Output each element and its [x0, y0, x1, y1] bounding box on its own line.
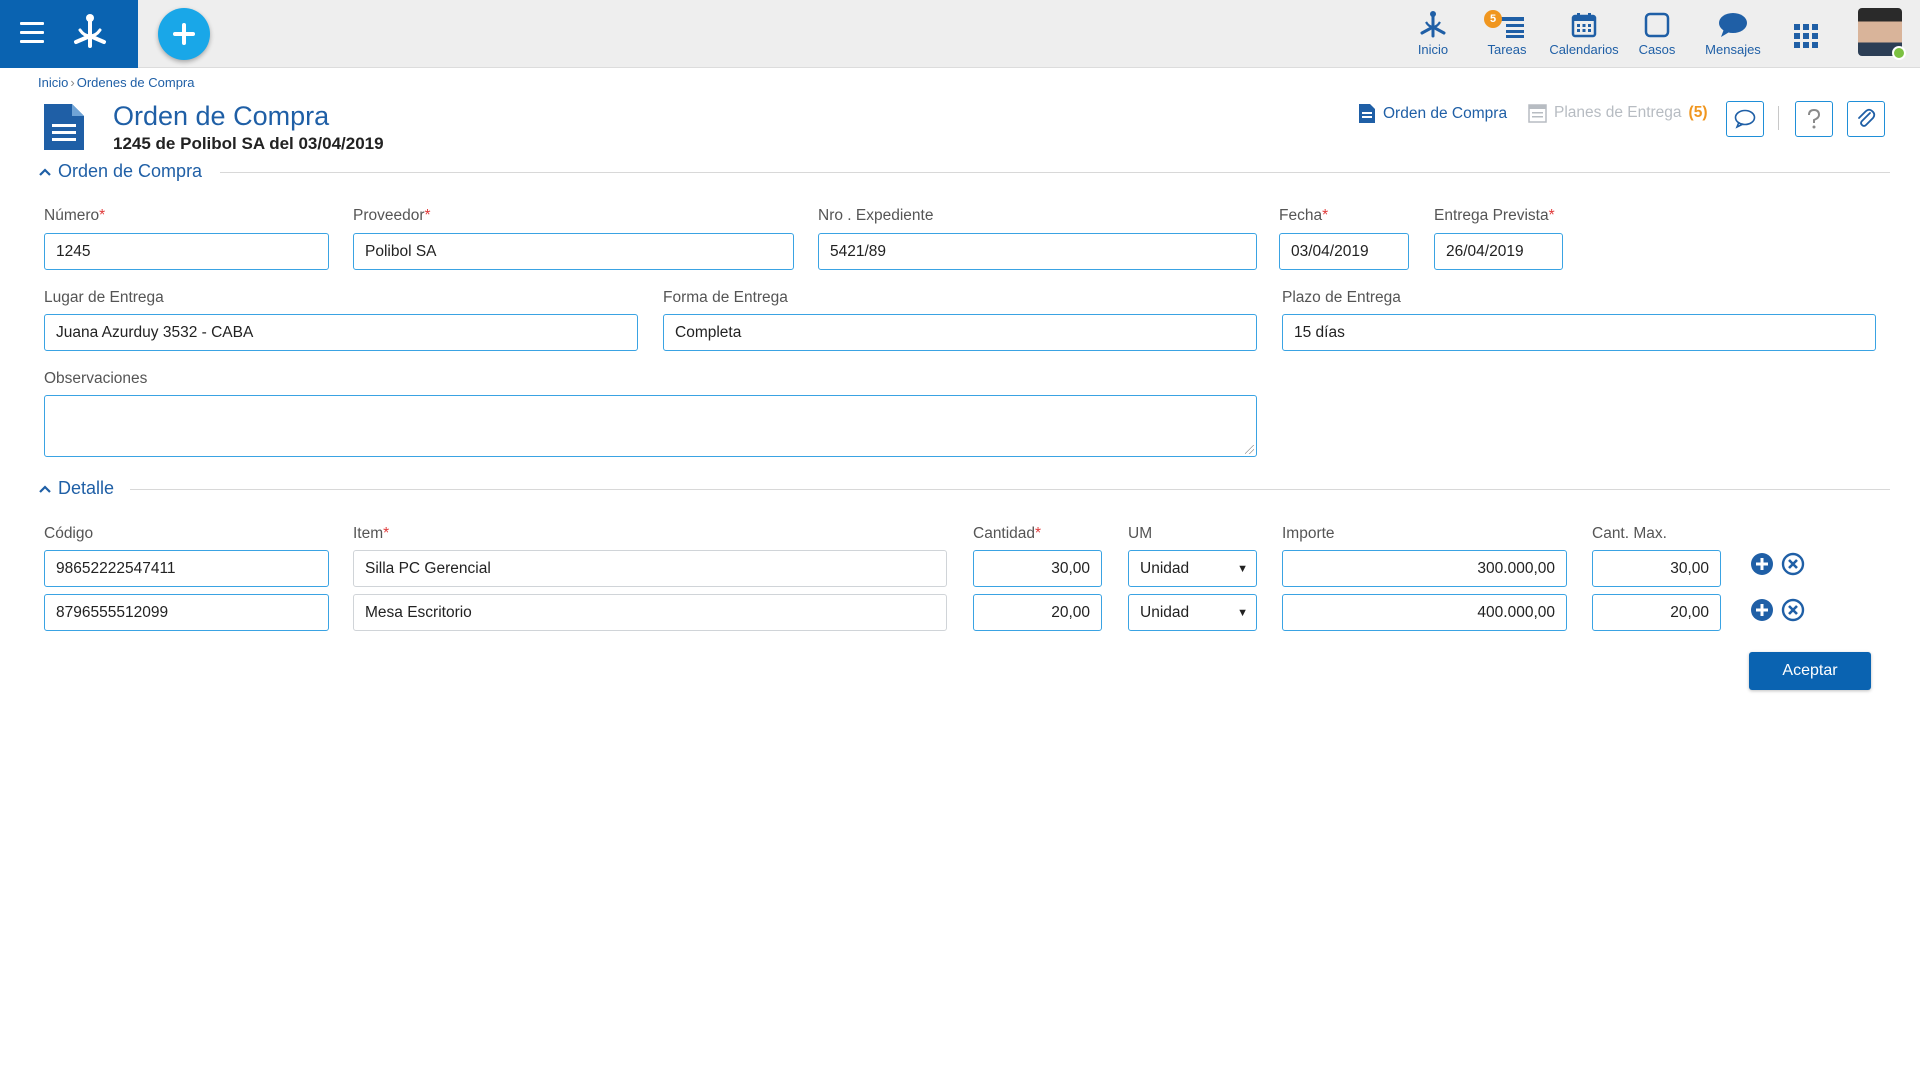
calendar-icon: [1571, 13, 1597, 38]
brand-area: [0, 0, 138, 68]
tab-orden-de-compra[interactable]: Orden de Compra: [1358, 103, 1507, 124]
section-divider: [220, 172, 1890, 173]
breadcrumb: Inicio › Ordenes de Compra: [38, 75, 194, 90]
cantidad-input[interactable]: 20,00: [973, 594, 1102, 631]
importe-input[interactable]: 400.000,00: [1282, 594, 1567, 631]
nav-casos[interactable]: Casos: [1632, 6, 1682, 62]
cant-max-input[interactable]: 30,00: [1592, 550, 1721, 587]
page-title: Orden de Compra: [113, 101, 330, 131]
forma-label: Forma de Entrega: [663, 289, 788, 306]
nav-label: Tareas: [1487, 42, 1527, 57]
comment-icon: [1734, 109, 1756, 129]
um-selected-value: Unidad: [1140, 559, 1190, 577]
toolbar-divider: [1778, 106, 1779, 130]
col-cantidad: Cantidad*: [973, 525, 1042, 542]
col-item: Item*: [353, 525, 390, 542]
item-input[interactable]: Mesa Escritorio: [353, 594, 947, 631]
tab-orden-de-compra-label: Orden de Compra: [1383, 104, 1508, 122]
nav-label: Calendarios: [1549, 42, 1619, 57]
logo-icon[interactable]: [70, 12, 110, 52]
nav-tareas[interactable]: 5 Tareas: [1482, 6, 1532, 62]
cantidad-input[interactable]: 30,00: [973, 550, 1102, 587]
menu-icon[interactable]: [20, 22, 44, 44]
section-title: Orden de Compra: [58, 161, 203, 181]
plazo-label: Plazo de Entrega: [1282, 289, 1401, 306]
nav-label: Casos: [1638, 42, 1676, 57]
section-orden-de-compra-toggle[interactable]: Orden de Compra: [38, 161, 202, 182]
dropdown-arrow-icon: ▼: [1237, 562, 1248, 575]
cant-max-input[interactable]: 20,00: [1592, 594, 1721, 631]
planes-count-badge: (5): [1688, 104, 1708, 121]
nav-label: Mensajes: [1705, 42, 1761, 57]
fecha-input[interactable]: 03/04/2019: [1279, 233, 1409, 270]
document-small-icon: [1359, 104, 1375, 123]
home-network-icon: [1420, 11, 1446, 38]
entrega-prevista-input[interactable]: 26/04/2019: [1434, 233, 1563, 270]
remove-row-icon[interactable]: [1781, 598, 1805, 622]
item-input[interactable]: Silla PC Gerencial: [353, 550, 947, 587]
forma-input[interactable]: Completa: [663, 314, 1257, 351]
expediente-input[interactable]: 5421/89: [818, 233, 1257, 270]
section-detalle-toggle[interactable]: Detalle: [38, 478, 114, 499]
nav-label: Inicio: [1417, 42, 1449, 57]
resize-handle[interactable]: [1245, 445, 1254, 454]
top-bar: Inicio 5 Tareas Calendarios Casos Mensaj…: [0, 0, 1920, 68]
observaciones-textarea[interactable]: [44, 395, 1257, 457]
nav-inicio[interactable]: Inicio: [1408, 6, 1458, 62]
dropdown-arrow-icon: ▼: [1237, 606, 1248, 619]
numero-label: Número*: [44, 207, 106, 224]
page-subtitle: 1245 de Polibol SA del 03/04/2019: [113, 134, 384, 153]
messages-icon: [1719, 13, 1747, 37]
numero-input[interactable]: 1245: [44, 233, 329, 270]
tab-planes-de-entrega[interactable]: Planes de Entrega (5): [1528, 103, 1708, 123]
proveedor-label: Proveedor*: [353, 207, 431, 224]
breadcrumb-separator: ›: [70, 75, 75, 90]
section-divider: [130, 489, 1890, 490]
document-icon: [44, 104, 84, 150]
calendar-list-icon: [1528, 104, 1547, 123]
plazo-input[interactable]: 15 días: [1282, 314, 1876, 351]
add-button[interactable]: [158, 8, 210, 60]
expediente-label: Nro . Expediente: [818, 207, 934, 224]
col-cant-max: Cant. Max.: [1592, 525, 1667, 542]
um-select[interactable]: Unidad ▼: [1128, 550, 1257, 587]
col-importe: Importe: [1282, 525, 1335, 542]
chevron-up-icon: [39, 484, 51, 493]
help-icon: [1808, 109, 1821, 129]
comments-button[interactable]: [1726, 101, 1764, 137]
tasks-count-badge: 5: [1484, 10, 1502, 28]
chevron-up-icon: [39, 167, 51, 176]
proveedor-input[interactable]: Polibol SA: [353, 233, 794, 270]
apps-grid-icon[interactable]: [1794, 24, 1818, 48]
col-codigo: Código: [44, 525, 94, 542]
codigo-input[interactable]: 98652222547411: [44, 550, 329, 587]
add-row-icon[interactable]: [1750, 552, 1774, 576]
codigo-input[interactable]: 8796555512099: [44, 594, 329, 631]
importe-input[interactable]: 300.000,00: [1282, 550, 1567, 587]
remove-row-icon[interactable]: [1781, 552, 1805, 576]
breadcrumb-current-link[interactable]: Ordenes de Compra: [77, 75, 195, 90]
lugar-label: Lugar de Entrega: [44, 289, 164, 306]
help-button[interactable]: [1795, 101, 1833, 137]
nav-mensajes[interactable]: Mensajes: [1700, 6, 1766, 62]
um-selected-value: Unidad: [1140, 603, 1190, 621]
add-row-icon[interactable]: [1750, 598, 1774, 622]
nav-calendarios[interactable]: Calendarios: [1546, 6, 1622, 62]
breadcrumb-home-link[interactable]: Inicio: [38, 75, 68, 90]
cases-icon: [1644, 12, 1670, 38]
fecha-label: Fecha*: [1279, 207, 1329, 224]
user-avatar[interactable]: [1858, 8, 1906, 60]
tab-planes-label: Planes de Entrega: [1554, 104, 1682, 121]
online-status-icon: [1892, 46, 1906, 60]
paperclip-icon: [1858, 108, 1876, 127]
um-select[interactable]: Unidad ▼: [1128, 594, 1257, 631]
col-um: UM: [1128, 525, 1153, 542]
accept-button[interactable]: Aceptar: [1749, 652, 1871, 690]
attachments-button[interactable]: [1847, 101, 1885, 137]
lugar-input[interactable]: Juana Azurduy 3532 - CABA: [44, 314, 638, 351]
entrega-prevista-label: Entrega Prevista*: [1434, 207, 1555, 224]
observaciones-label: Observaciones: [44, 370, 148, 387]
section-title: Detalle: [58, 478, 115, 498]
